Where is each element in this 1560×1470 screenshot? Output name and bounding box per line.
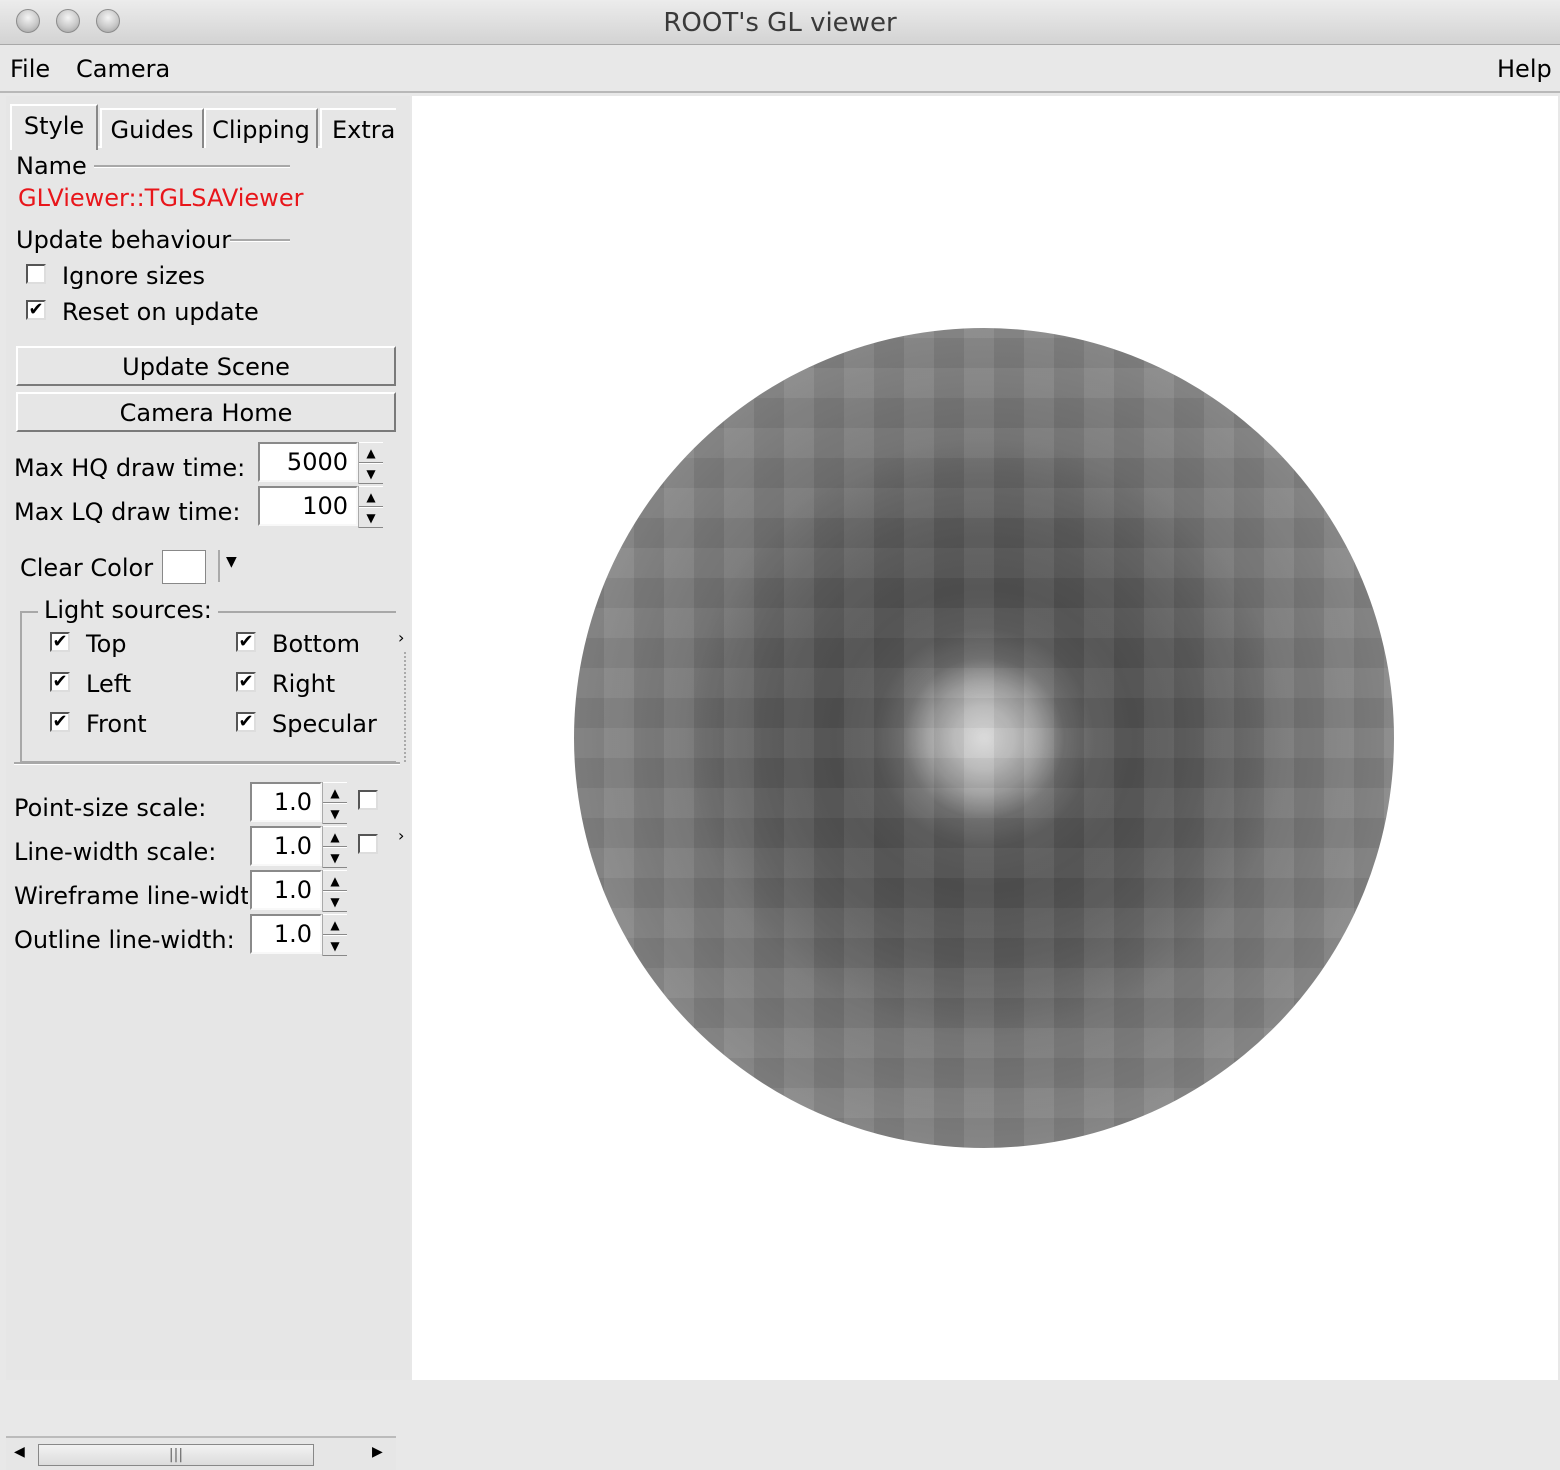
scroll-thumb[interactable]: ||| [38, 1444, 314, 1466]
ignore-sizes-label: Ignore sizes [62, 262, 205, 290]
menu-camera[interactable]: Camera [76, 55, 170, 83]
app-window: ROOT's GL viewer File Camera Help Style … [0, 0, 1560, 1470]
wireframe-label: Wireframe line-width [14, 882, 248, 910]
chevron-right-icon[interactable]: › [398, 628, 404, 647]
update-divider [230, 239, 290, 242]
line-width-spinner[interactable]: ▲ ▼ [322, 826, 348, 868]
light-bottom-label: Bottom [272, 630, 361, 658]
reset-on-update-checkbox[interactable]: ✔ [26, 300, 46, 320]
viewer-name-value: GLViewer::TGLSAViewer [18, 184, 304, 212]
window-title: ROOT's GL viewer [663, 8, 897, 38]
outline-label: Outline line-width: [14, 926, 235, 954]
light-bottom-checkbox[interactable]: ✔ [236, 632, 256, 652]
spin-up-icon[interactable]: ▲ [323, 826, 347, 847]
spin-down-icon[interactable]: ▼ [323, 847, 347, 868]
point-size-label: Point-size scale: [14, 794, 207, 822]
spin-up-icon[interactable]: ▲ [323, 782, 347, 803]
light-right-label: Right [272, 670, 336, 698]
point-size-spinner[interactable]: ▲ ▼ [322, 782, 348, 824]
tab-clipping[interactable]: Clipping [204, 108, 318, 148]
max-lq-input[interactable]: 100 [258, 486, 358, 526]
wireframe-spinner[interactable]: ▲ ▼ [322, 870, 348, 912]
max-lq-label: Max LQ draw time: [14, 498, 241, 526]
wireframe-input[interactable]: 1.0 [250, 870, 322, 910]
style-editor-panel: Style Guides Clipping Extras Name GLView… [6, 96, 410, 1470]
light-specular-checkbox[interactable]: ✔ [236, 712, 256, 732]
spin-up-icon[interactable]: ▲ [359, 442, 383, 463]
light-top-label: Top [86, 630, 127, 658]
line-width-input[interactable]: 1.0 [250, 826, 322, 866]
spin-down-icon[interactable]: ▼ [323, 891, 347, 912]
outline-spinner[interactable]: ▲ ▼ [322, 914, 348, 956]
title-bar: ROOT's GL viewer [0, 0, 1560, 45]
update-behaviour-heading: Update behaviour [16, 226, 232, 254]
spin-down-icon[interactable]: ▼ [359, 507, 383, 528]
clear-color-label: Clear Color [20, 554, 154, 582]
reset-on-update-label: Reset on update [62, 298, 259, 326]
name-divider [94, 165, 290, 168]
chevron-right-icon[interactable]: › [398, 826, 404, 845]
light-sources-heading: Light sources: [38, 596, 218, 624]
splitter-dots [404, 652, 406, 762]
gl-viewport[interactable] [412, 96, 1558, 1380]
clear-color-swatch[interactable] [162, 550, 206, 584]
spin-up-icon[interactable]: ▲ [323, 914, 347, 935]
menu-bar: File Camera Help [0, 45, 1560, 93]
light-left-checkbox[interactable]: ✔ [50, 672, 70, 692]
name-heading: Name [16, 152, 87, 180]
max-hq-spinner[interactable]: ▲ ▼ [358, 442, 384, 484]
update-scene-button[interactable]: Update Scene [16, 346, 396, 386]
spin-down-icon[interactable]: ▼ [323, 935, 347, 956]
scroll-left-icon[interactable]: ◀ [14, 1444, 25, 1460]
light-front-checkbox[interactable]: ✔ [50, 712, 70, 732]
spin-up-icon[interactable]: ▲ [359, 486, 383, 507]
horizontal-scrollbar[interactable]: ◀ ||| ▶ [6, 1436, 396, 1470]
camera-home-button[interactable]: Camera Home [16, 392, 396, 432]
light-right-checkbox[interactable]: ✔ [236, 672, 256, 692]
max-hq-label: Max HQ draw time: [14, 454, 246, 482]
max-lq-spinner[interactable]: ▲ ▼ [358, 486, 384, 528]
light-front-label: Front [86, 710, 147, 738]
max-hq-input[interactable]: 5000 [258, 442, 358, 482]
outline-input[interactable]: 1.0 [250, 914, 322, 954]
ignore-sizes-checkbox[interactable] [26, 264, 46, 284]
tab-extras[interactable]: Extras [320, 108, 396, 148]
light-left-label: Left [86, 670, 132, 698]
point-size-input[interactable]: 1.0 [250, 782, 322, 822]
scroll-right-icon[interactable]: ▶ [372, 1444, 383, 1460]
chevron-down-icon[interactable]: ▼ [226, 554, 237, 570]
light-specular-label: Specular [272, 710, 377, 738]
menu-file[interactable]: File [10, 55, 50, 83]
line-width-label: Line-width scale: [14, 838, 217, 866]
spin-up-icon[interactable]: ▲ [323, 870, 347, 891]
color-divider [218, 550, 220, 582]
light-top-checkbox[interactable]: ✔ [50, 632, 70, 652]
tab-style[interactable]: Style [10, 104, 98, 150]
section-divider [14, 762, 400, 765]
point-size-checkbox[interactable] [358, 790, 378, 810]
spin-down-icon[interactable]: ▼ [323, 803, 347, 824]
menu-help[interactable]: Help [1497, 55, 1552, 83]
line-width-checkbox[interactable] [358, 834, 378, 854]
sphere-facets [574, 328, 1394, 1148]
rendered-sphere [574, 328, 1394, 1148]
spin-down-icon[interactable]: ▼ [359, 463, 383, 484]
tab-guides[interactable]: Guides [100, 108, 204, 148]
